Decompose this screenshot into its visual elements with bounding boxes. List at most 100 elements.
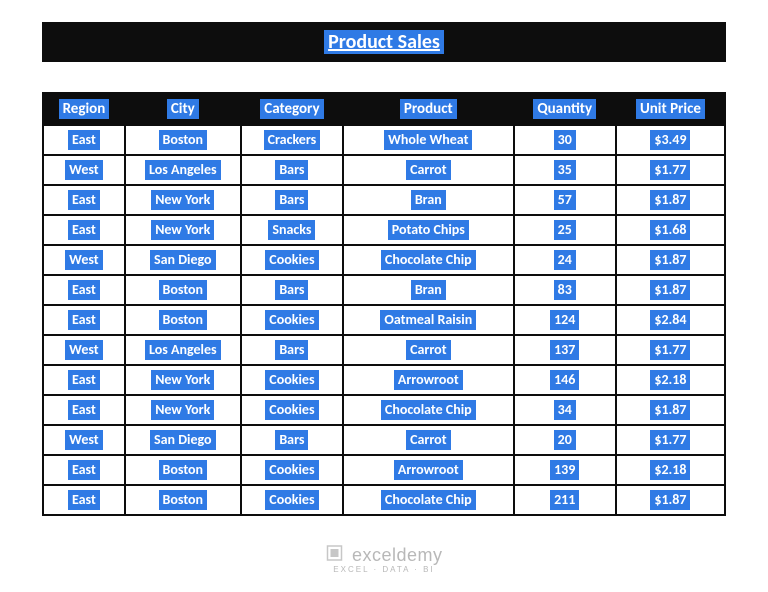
cell-value: $1.68 — [650, 220, 690, 240]
table-header: Region City Category Product Quantity Un… — [43, 93, 725, 125]
cell-category: Cookies — [241, 365, 343, 395]
cell-value: East — [68, 190, 100, 210]
cell-unit_price: $2.18 — [616, 365, 725, 395]
cell-unit_price: $3.49 — [616, 125, 725, 155]
cell-value: Boston — [159, 130, 208, 150]
cell-value: $2.18 — [650, 460, 690, 480]
cell-value: West — [65, 340, 103, 360]
cell-city: Los Angeles — [125, 335, 241, 365]
cell-value: $3.49 — [650, 130, 690, 150]
cell-value: Crackers — [264, 130, 321, 150]
col-unitprice: Unit Price — [616, 93, 725, 125]
cell-value: $1.77 — [650, 340, 690, 360]
cell-value: New York — [151, 190, 214, 210]
cell-value: West — [65, 250, 103, 270]
cell-unit_price: $1.77 — [616, 155, 725, 185]
cell-value: West — [65, 160, 103, 180]
cell-city: Los Angeles — [125, 155, 241, 185]
cell-value: 34 — [554, 400, 576, 420]
table-row: WestSan DiegoBarsCarrot20$1.77 — [43, 425, 725, 455]
cell-value: Bars — [275, 340, 308, 360]
watermark-brand: exceldemy — [352, 545, 443, 566]
cell-quantity: 24 — [514, 245, 616, 275]
cell-value: East — [68, 400, 100, 420]
cell-product: Bran — [343, 275, 514, 305]
cell-value: 24 — [554, 250, 576, 270]
cell-value: Los Angeles — [145, 160, 221, 180]
cell-city: New York — [125, 365, 241, 395]
table-row: West Los Angeles Bars Carrot 137 $1.77 — [43, 335, 725, 365]
cell-category: Snacks — [241, 215, 343, 245]
cell-value: $2.18 — [650, 370, 690, 390]
cell-product: Carrot — [343, 335, 514, 365]
cell-category: Cookies — [241, 245, 343, 275]
cell-value: 35 — [554, 160, 576, 180]
watermark: exceldemy EXCEL · DATA · BI — [326, 544, 443, 574]
cell-value: $1.77 — [650, 430, 690, 450]
col-quantity: Quantity — [514, 93, 616, 125]
cell-value: Bran — [411, 190, 446, 210]
cell-region: East — [43, 185, 125, 215]
table-row: EastBostonCookiesOatmeal Raisin124$2.84 — [43, 305, 725, 335]
cell-product: Carrot — [343, 425, 514, 455]
cell-value: Chocolate Chip — [381, 400, 476, 420]
cell-quantity: 34 — [514, 395, 616, 425]
cell-unit_price: $1.77 — [616, 335, 725, 365]
cell-product: Potato Chips — [343, 215, 514, 245]
cell-value: New York — [151, 370, 214, 390]
spacer — [42, 62, 726, 92]
table-row: EastBostonCrackersWhole Wheat30$3.49 — [43, 125, 725, 155]
cell-quantity: 83 — [514, 275, 616, 305]
cell-value: Cookies — [265, 400, 318, 420]
cell-unit_price: $2.18 — [616, 455, 725, 485]
cell-region: West — [43, 155, 125, 185]
cell-quantity: 146 — [514, 365, 616, 395]
cell-quantity: 139 — [514, 455, 616, 485]
cell-value: Whole Wheat — [384, 130, 472, 150]
cell-region: East — [43, 215, 125, 245]
table-body: East Boston Crackers Whole Wheat 30 $3.49 West… — [43, 125, 725, 515]
cell-value: 30 — [554, 130, 576, 150]
cell-value: Cookies — [265, 460, 318, 480]
col-region: Region — [43, 93, 125, 125]
cell-region: East — [43, 395, 125, 425]
table-row: EastNew YorkCookiesChocolate Chip34$1.87 — [43, 395, 725, 425]
table-row: EastBostonCookiesChocolate Chip211$1.87 — [43, 485, 725, 515]
cell-category: Bars — [241, 185, 343, 215]
cell-region: East — [43, 485, 125, 515]
cell-unit_price: $1.87 — [616, 185, 725, 215]
cell-value: 124 — [550, 310, 579, 330]
col-city: City — [125, 93, 241, 125]
table-row: EastNew YorkBarsBran57$1.87 — [43, 185, 725, 215]
cell-value: $1.87 — [650, 280, 690, 300]
cell-value: Cookies — [265, 370, 318, 390]
cell-value: 83 — [554, 280, 576, 300]
cell-value: 25 — [554, 220, 576, 240]
cell-city: New York — [125, 215, 241, 245]
cell-value: Cookies — [265, 310, 318, 330]
cell-value: Snacks — [268, 220, 315, 240]
cell-value: Bars — [275, 280, 308, 300]
cell-value: East — [68, 310, 100, 330]
cell-value: 137 — [550, 340, 579, 360]
cell-value: Arrowroot — [394, 460, 463, 480]
cell-value: San Diego — [150, 430, 216, 450]
cell-value: Los Angeles — [145, 340, 221, 360]
cell-city: New York — [125, 185, 241, 215]
cell-value: Chocolate Chip — [381, 250, 476, 270]
col-category: Category — [241, 93, 343, 125]
cell-category: Bars — [241, 425, 343, 455]
cell-value: 146 — [550, 370, 579, 390]
cell-value: East — [68, 460, 100, 480]
cell-city: New York — [125, 395, 241, 425]
cell-category: Bars — [241, 275, 343, 305]
table-row: EastNew YorkCookiesArrowroot146$2.18 — [43, 365, 725, 395]
cell-unit_price: $1.87 — [616, 275, 725, 305]
watermark-tagline: EXCEL · DATA · BI — [326, 565, 443, 574]
cell-unit_price: $1.87 — [616, 245, 725, 275]
cell-value: New York — [151, 400, 214, 420]
cell-quantity: 20 — [514, 425, 616, 455]
cell-value: East — [68, 490, 100, 510]
cell-city: San Diego — [125, 425, 241, 455]
cell-value: $1.87 — [650, 250, 690, 270]
